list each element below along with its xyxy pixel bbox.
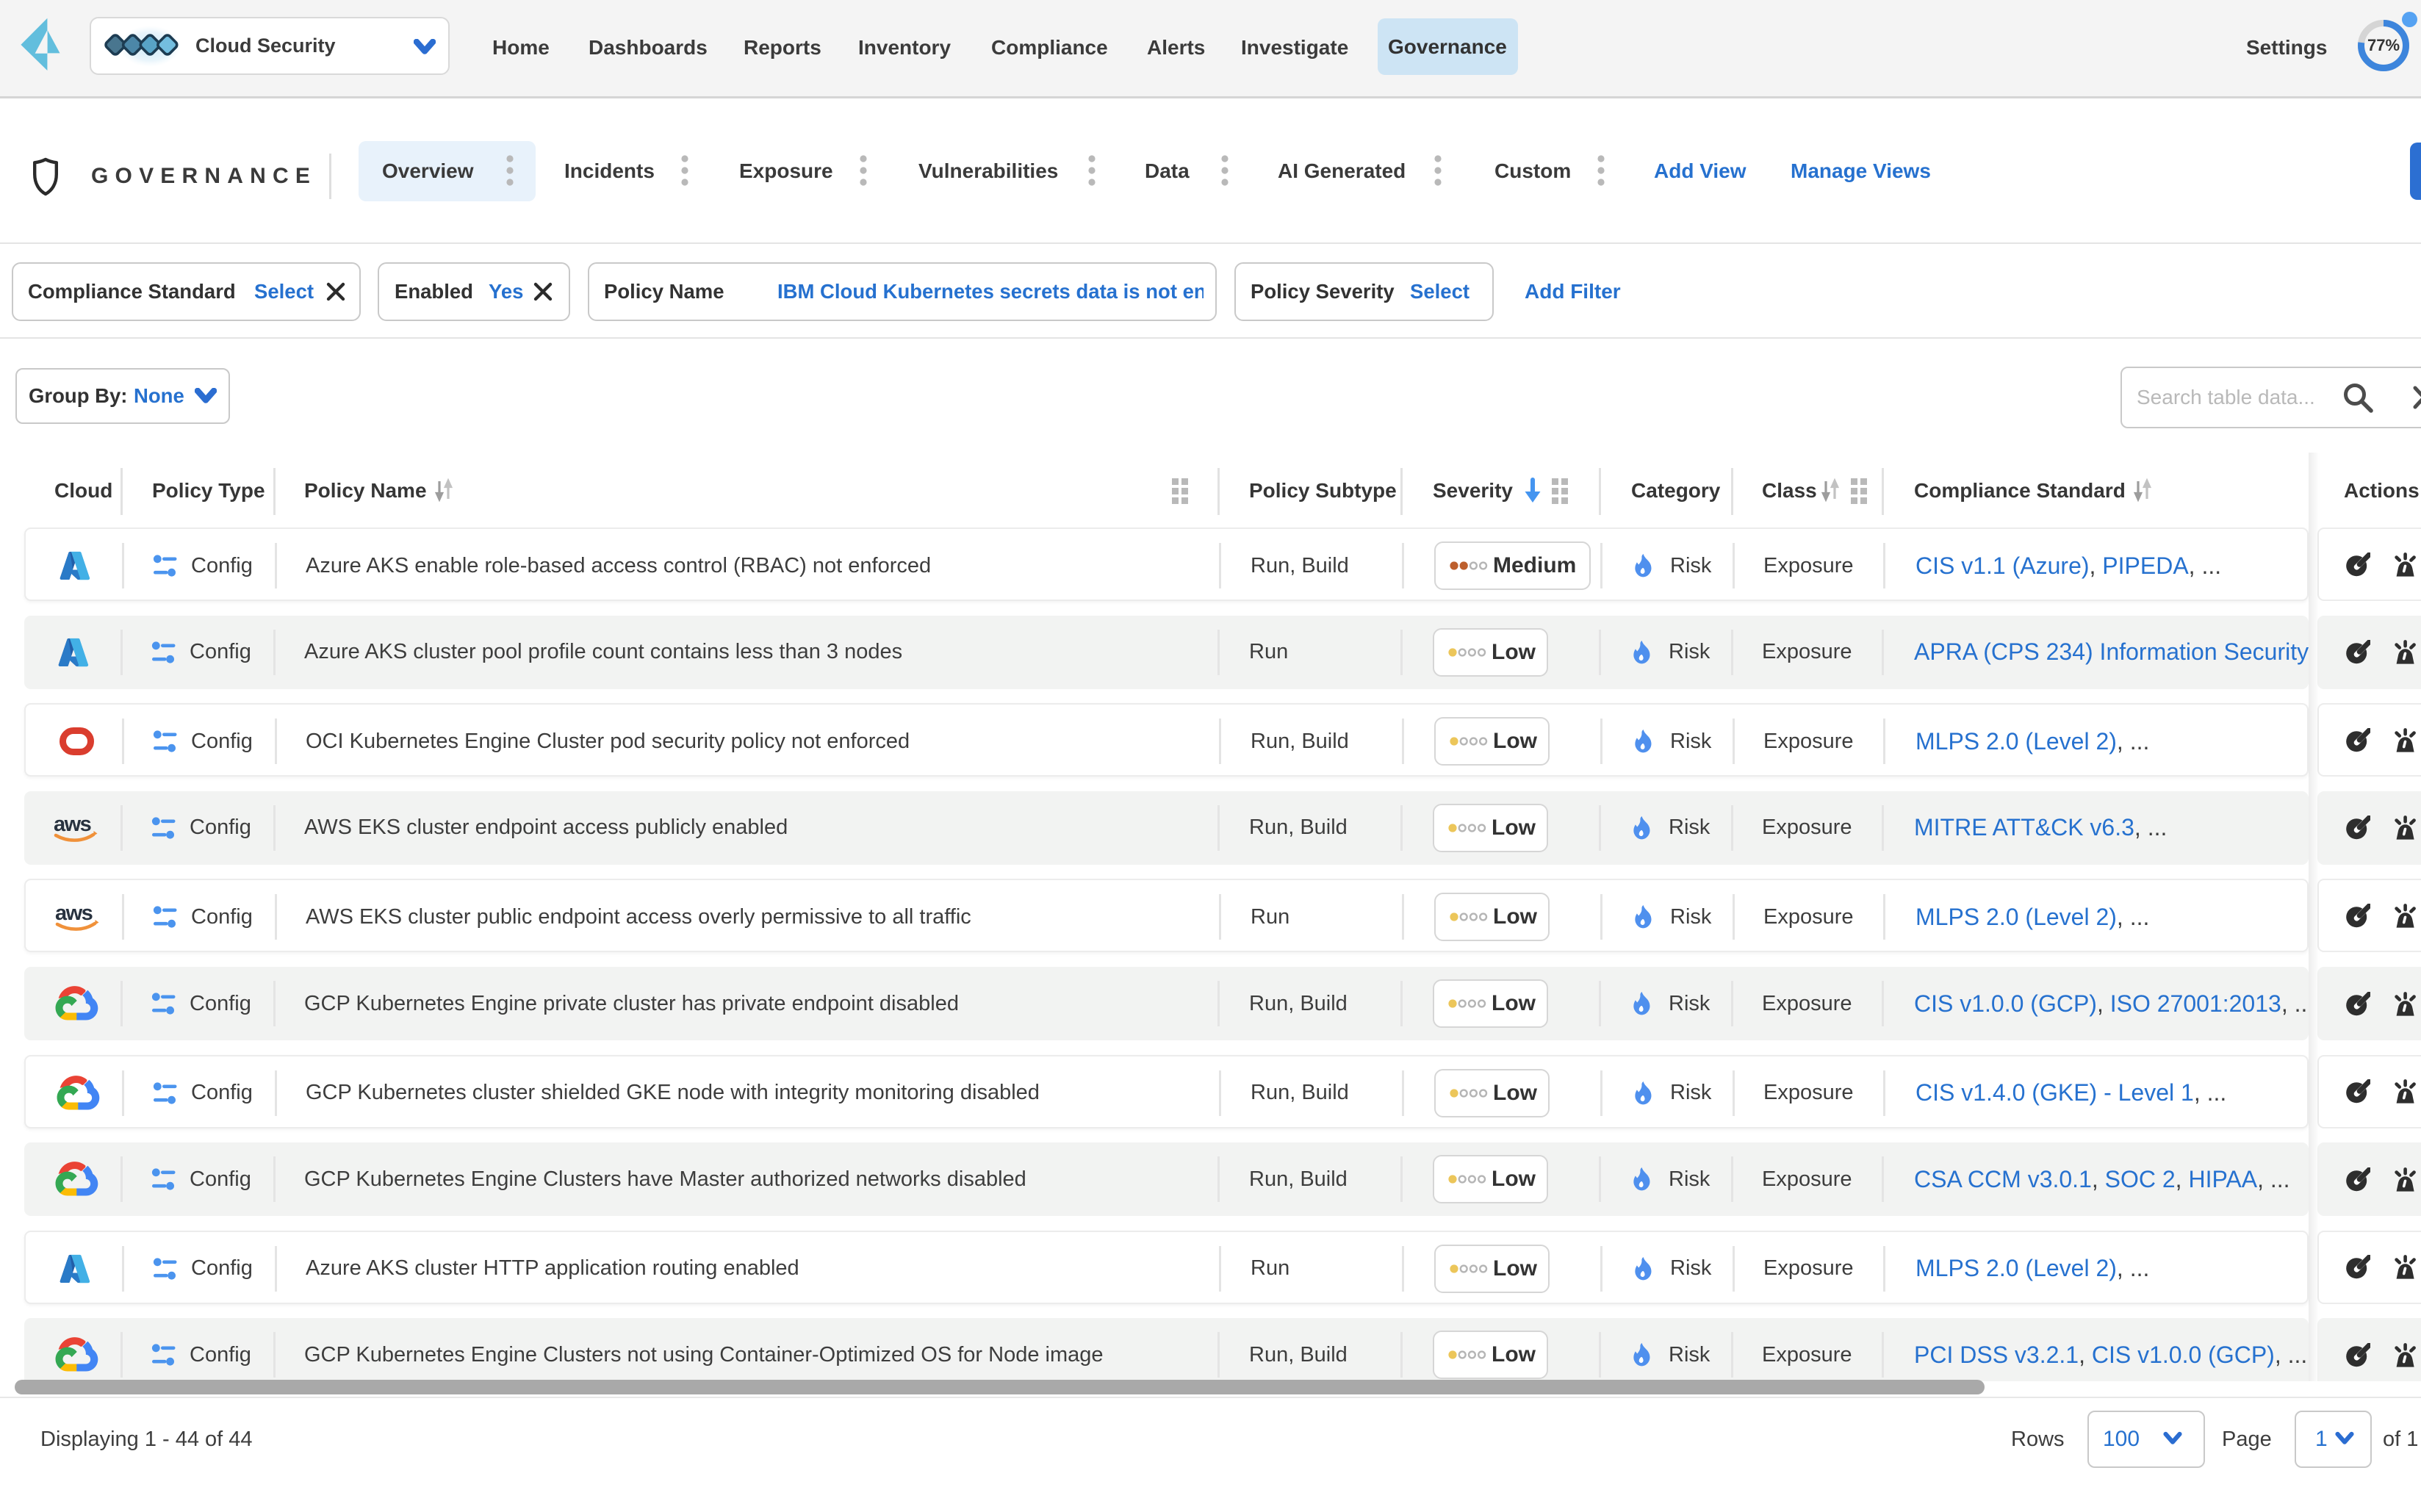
svg-text:aws: aws [54, 813, 91, 836]
svg-text:aws: aws [55, 901, 93, 925]
